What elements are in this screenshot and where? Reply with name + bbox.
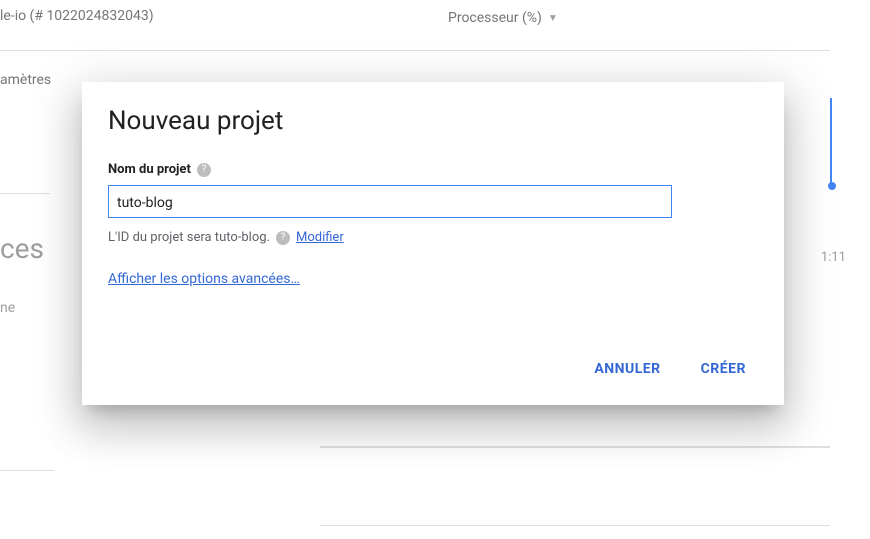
help-icon[interactable]: ? xyxy=(276,231,290,245)
bg-resources-fragment: ces xyxy=(0,232,44,265)
bg-divider xyxy=(0,193,50,194)
bg-divider xyxy=(320,525,830,526)
bg-processor-label: Processeur (%) xyxy=(448,10,542,26)
bg-divider xyxy=(0,50,830,51)
bg-time-label: 1:11 xyxy=(821,250,846,265)
bg-project-id: le-io (# 1022024832043) xyxy=(0,8,154,24)
bg-params-fragment: amètres xyxy=(0,72,51,88)
dialog-actions: ANNULER CRÉER xyxy=(108,351,758,387)
project-name-input[interactable] xyxy=(117,195,663,211)
bg-divider xyxy=(0,470,54,471)
new-project-dialog: Nouveau projet Nom du projet ? L'ID du p… xyxy=(82,82,784,405)
bg-ne-fragment: ne xyxy=(0,300,15,316)
field-label-row: Nom du projet ? xyxy=(108,162,758,177)
project-id-hint: L'ID du projet sera tuto-blog. ? Modifie… xyxy=(108,230,758,245)
create-button[interactable]: CRÉER xyxy=(689,351,758,387)
bg-processor-dropdown[interactable]: Processeur (%) ▼ xyxy=(448,10,558,26)
help-icon[interactable]: ? xyxy=(197,163,211,177)
advanced-options-link[interactable]: Afficher les options avancées… xyxy=(108,271,758,287)
bg-chart-line xyxy=(830,98,832,186)
project-id-hint-text: L'ID du projet sera tuto-blog. xyxy=(108,230,270,245)
modify-link[interactable]: Modifier xyxy=(296,230,344,245)
chevron-down-icon: ▼ xyxy=(548,13,558,24)
dialog-title: Nouveau projet xyxy=(108,106,758,136)
cancel-button[interactable]: ANNULER xyxy=(582,351,672,387)
bg-divider xyxy=(320,446,830,448)
project-name-label: Nom du projet xyxy=(108,162,191,177)
project-name-input-wrapper[interactable] xyxy=(108,185,672,218)
bg-chart-point xyxy=(828,182,836,190)
